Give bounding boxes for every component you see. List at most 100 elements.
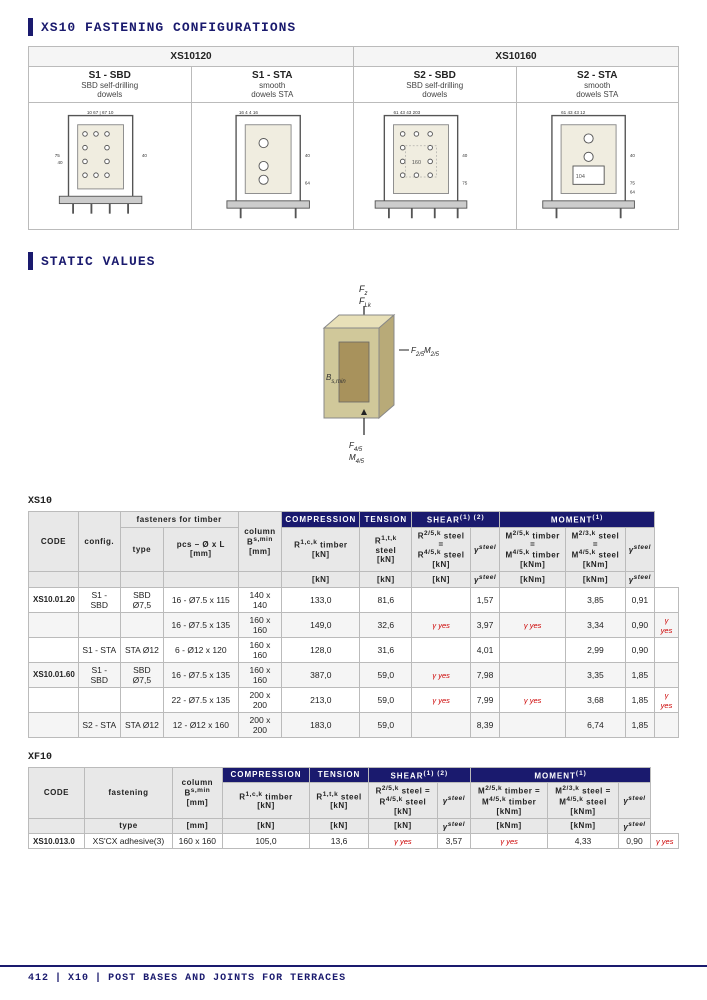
table-cell: 149,0 bbox=[282, 612, 360, 637]
table-cell bbox=[78, 687, 120, 712]
th-r1ck: R1,c,k timber[kN] bbox=[282, 527, 360, 571]
table-cell: 2,99 bbox=[566, 637, 626, 662]
table-cell: 128,0 bbox=[282, 637, 360, 662]
table-cell: 0,90 bbox=[618, 834, 651, 849]
svg-text:160: 160 bbox=[412, 160, 421, 166]
xf-th-col-u: [mm] bbox=[172, 818, 222, 834]
section-bar bbox=[28, 18, 33, 36]
xf-th-m23k-u: [kNm] bbox=[548, 818, 618, 834]
xf-th-shear: SHEAR(1) (2) bbox=[368, 767, 470, 783]
table-cell: 1,85 bbox=[625, 712, 654, 737]
sub-s2-sbd: S2 - SBD SBD self-drillingdowels bbox=[354, 67, 517, 102]
group-header-xs10160: XS10160 bbox=[354, 47, 678, 66]
table-cell bbox=[120, 612, 163, 637]
table-row: 22 - Ø7.5 x 135200 x 200213,059,0γ yes7,… bbox=[29, 687, 679, 712]
table-cell: 3,35 bbox=[566, 662, 626, 687]
table-cell bbox=[412, 587, 471, 612]
config-group-headers: XS10120 XS10160 bbox=[29, 47, 678, 67]
table-cell bbox=[412, 712, 471, 737]
table-cell: 8,39 bbox=[470, 712, 499, 737]
table-cell: 183,0 bbox=[282, 712, 360, 737]
table-cell: XS10.01.60 bbox=[29, 662, 79, 687]
svg-text:40: 40 bbox=[58, 160, 64, 165]
table-cell bbox=[29, 637, 79, 662]
table-cell: 0,91 bbox=[625, 587, 654, 612]
group-header-xs10120: XS10120 bbox=[29, 47, 354, 66]
table-cell: 200 x 200 bbox=[238, 687, 282, 712]
xs10-table: CODE config. fasteners for timber column… bbox=[28, 511, 679, 738]
footer-description: POST BASES AND JOINTS FOR TERRACES bbox=[108, 973, 346, 984]
table-cell bbox=[412, 637, 471, 662]
table-cell: STA Ø12 bbox=[120, 712, 163, 737]
xf-th-m25k: M2/5,k timber =M4/5,k timber[kNm] bbox=[470, 783, 548, 818]
table-cell: γ yes bbox=[368, 834, 437, 849]
xf-th-code: CODE bbox=[29, 767, 85, 818]
svg-text:75: 75 bbox=[629, 180, 635, 185]
svg-text:64: 64 bbox=[304, 180, 310, 185]
xf-th-r1ck-u: [kN] bbox=[222, 818, 310, 834]
table-cell bbox=[29, 687, 79, 712]
table-cell: 59,0 bbox=[360, 662, 412, 687]
svg-text:F2/5: F2/5 bbox=[411, 346, 425, 358]
svg-s2-sbd: 160 61 43 43 203 40 75 bbox=[358, 111, 512, 221]
th-r1ck-unit: [kN] bbox=[282, 571, 360, 587]
svg-text:64: 64 bbox=[629, 190, 635, 195]
footer-product: X10 bbox=[68, 973, 89, 984]
th-r25k: R2/5,k steel =R4/5,k steel[kN] bbox=[412, 527, 471, 571]
table-cell: γ yes bbox=[651, 834, 679, 849]
xf-th-gm-u: γsteel bbox=[618, 818, 651, 834]
xf-th-compression: COMPRESSION bbox=[222, 767, 310, 783]
diagram-s2-sbd: 160 61 43 43 203 40 75 bbox=[354, 103, 517, 229]
th-tension: TENSION bbox=[360, 512, 412, 528]
table-cell bbox=[29, 712, 79, 737]
diagram-s2-sta: 104 61 43 43 12 40 75 64 bbox=[517, 103, 679, 229]
svg-text:FLk: FLk bbox=[359, 296, 372, 309]
xs10-label: XS10 bbox=[28, 496, 679, 507]
svg-text:10 67 | 67 10: 10 67 | 67 10 bbox=[87, 111, 114, 115]
th-m23k: M2/3,k steel =M4/5,k steel[kNm] bbox=[566, 527, 626, 571]
th-code-unit bbox=[29, 571, 79, 587]
xf-th-gamma-s: γsteel bbox=[437, 783, 470, 818]
xf-th-column: columnBs,min[mm] bbox=[172, 767, 222, 818]
th-m25k-unit: [kNm] bbox=[500, 571, 566, 587]
table-cell: γ yes bbox=[412, 612, 471, 637]
table-cell: 387,0 bbox=[282, 662, 360, 687]
table-cell: 140 x 140 bbox=[238, 587, 282, 612]
th-config-unit bbox=[78, 571, 120, 587]
xf-th-fast-u: type bbox=[84, 818, 172, 834]
footer-pipe2: | bbox=[95, 973, 102, 984]
th-pcs: pcs – Ø x L [mm] bbox=[164, 527, 238, 571]
table-cell: 1,57 bbox=[470, 587, 499, 612]
table-cell: γ yes bbox=[654, 612, 678, 637]
footer-page: 412 bbox=[28, 973, 49, 984]
table-cell: 105,0 bbox=[222, 834, 310, 849]
th-column-unit bbox=[238, 571, 282, 587]
table-cell bbox=[29, 612, 79, 637]
sub-s1-sbd: S1 - SBD SBD self-drillingdowels bbox=[29, 67, 192, 102]
th-pcs-unit bbox=[164, 571, 238, 587]
diagram-s1-sbd: 75 40 40 10 67 | 67 10 bbox=[29, 103, 192, 229]
table-cell bbox=[500, 587, 566, 612]
table-cell: γ yes bbox=[412, 662, 471, 687]
table-cell: 160 x 160 bbox=[238, 637, 282, 662]
svg-text:F4/5: F4/5 bbox=[349, 441, 363, 453]
table-cell: 0,90 bbox=[625, 637, 654, 662]
th-type-unit bbox=[120, 571, 163, 587]
xf-th-gamma-m: γsteel bbox=[618, 783, 651, 818]
table-cell bbox=[654, 712, 678, 737]
th-gamma-shear: γsteel bbox=[470, 527, 499, 571]
table-cell: 13,6 bbox=[310, 834, 369, 849]
table-cell: S1 - SBD bbox=[78, 587, 120, 612]
section2-header: STATIC VALUES bbox=[28, 252, 679, 270]
table-cell: S2 - STA bbox=[78, 712, 120, 737]
svg-text:16 4 4 16: 16 4 4 16 bbox=[238, 111, 258, 115]
th-type: type bbox=[120, 527, 163, 571]
table-cell: 32,6 bbox=[360, 612, 412, 637]
table-cell: γ yes bbox=[654, 687, 678, 712]
svg-text:61 43 43 203: 61 43 43 203 bbox=[394, 111, 421, 115]
table-cell: SBD Ø7,5 bbox=[120, 587, 163, 612]
svg-text:104: 104 bbox=[575, 174, 584, 180]
table-cell: 16 - Ø7.5 x 115 bbox=[164, 587, 238, 612]
th-compression: COMPRESSION bbox=[282, 512, 360, 528]
table-cell: 22 - Ø7.5 x 135 bbox=[164, 687, 238, 712]
